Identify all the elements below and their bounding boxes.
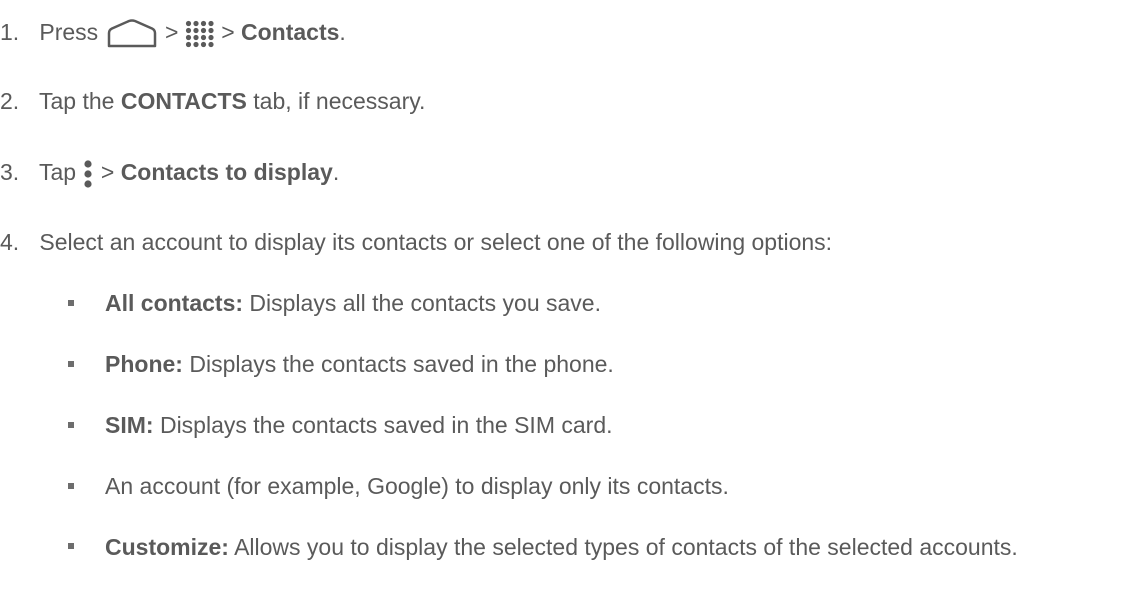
step-4: 4. Select an account to display its cont… (0, 228, 832, 256)
option-label: Customize: (105, 534, 229, 560)
separator: > (221, 19, 235, 45)
step-text: Tap the (38, 88, 115, 114)
home-icon (105, 19, 159, 49)
bullet-marker (68, 422, 74, 428)
option-label: All contacts: (105, 290, 244, 316)
option-text: An account (for example, Google) to disp… (105, 473, 729, 499)
option-text: Displays the contacts saved in the phone… (189, 351, 614, 377)
bullet-marker (68, 543, 74, 549)
step-text: Select an account to display its contact… (39, 229, 833, 255)
step-number: 1. (0, 19, 20, 45)
apps-icon (185, 20, 215, 48)
step-2: 2. Tap the CONTACTS tab, if necessary. (0, 87, 425, 115)
option-text: Displays all the contacts you save. (249, 290, 601, 316)
option-label: SIM: (105, 412, 154, 438)
bullet-marker (68, 300, 74, 306)
option-label: Phone: (105, 351, 183, 377)
bullet-marker (68, 483, 74, 489)
option-text: Displays the contacts saved in the SIM c… (159, 412, 613, 438)
step-bold-text: CONTACTS (120, 88, 247, 114)
step-bold-text: Contacts to display (120, 159, 333, 185)
step-number: 2. (0, 88, 20, 114)
step-end: . (339, 19, 346, 45)
step-number: 4. (0, 229, 20, 255)
step-text: Tap (38, 159, 77, 185)
step-text-after: tab, if necessary. (253, 88, 426, 114)
step-end: . (332, 159, 340, 185)
instruction-document: 1. Press > > Contacts. 2. Tap the CONTAC… (0, 0, 1143, 614)
step-bold-text: Contacts (241, 19, 340, 45)
option-text: Allows you to display the selected types… (234, 534, 1018, 560)
menu-icon (82, 159, 94, 189)
bullet-marker (68, 361, 74, 367)
separator: > (164, 19, 179, 45)
step-number: 3. (0, 159, 20, 185)
step-1: 1. Press > > Contacts. (0, 18, 346, 49)
separator: > (100, 159, 115, 185)
step-text: Press (39, 19, 99, 45)
step-3: 3. Tap > Contacts to display. (0, 158, 339, 189)
